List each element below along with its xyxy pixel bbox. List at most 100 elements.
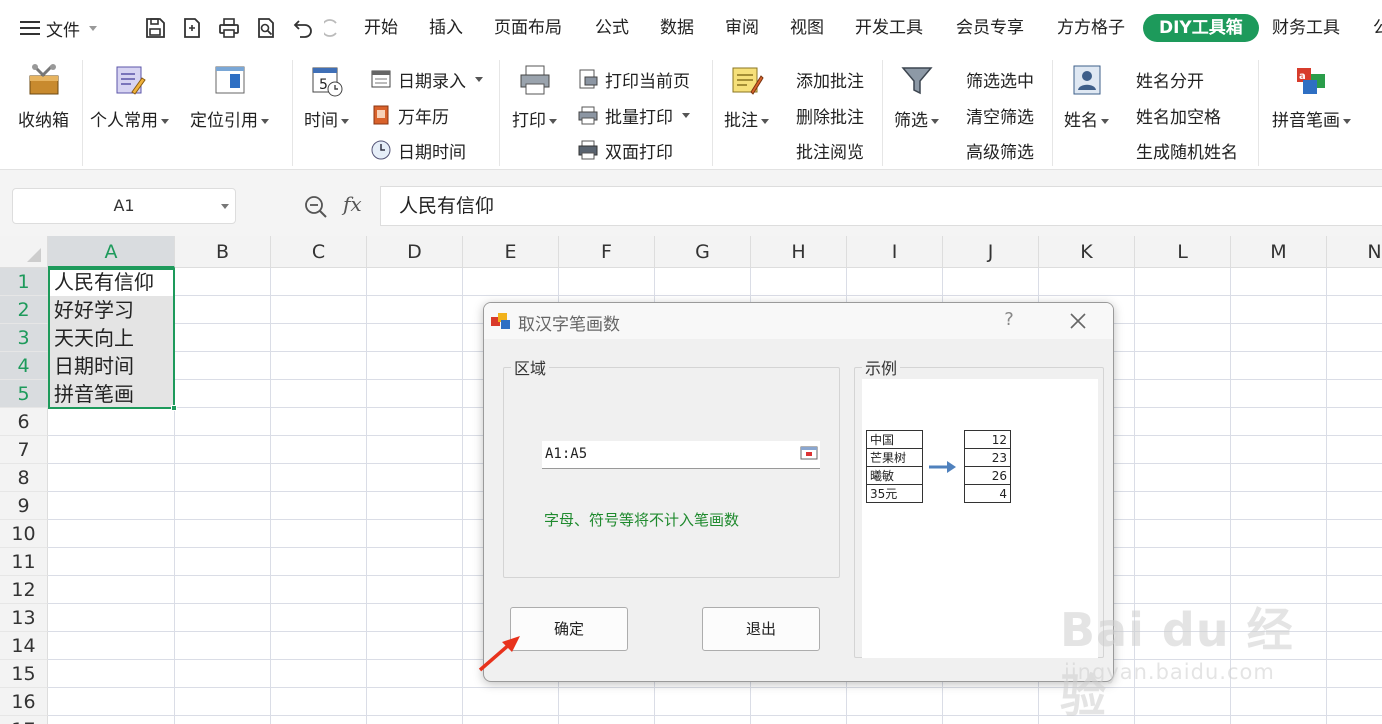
delete-comment-button[interactable]: 删除批注 (796, 102, 864, 128)
save-icon[interactable] (142, 14, 168, 42)
name-box[interactable]: A1 (12, 188, 236, 224)
range-picker-icon[interactable] (800, 445, 818, 461)
redo-icon[interactable] (324, 14, 338, 42)
print-current-page-button[interactable]: 打印当前页 (577, 66, 690, 92)
ok-button[interactable]: 确定 (510, 607, 628, 651)
tab-insert[interactable]: 插入 (429, 14, 463, 42)
range-input[interactable]: A1:A5 (542, 441, 820, 469)
row-header-11[interactable]: 11 (0, 548, 48, 576)
column-header-c[interactable]: C (271, 236, 367, 268)
row-header-13[interactable]: 13 (0, 604, 48, 632)
row-header-5[interactable]: 5 (0, 380, 48, 408)
row-header-2[interactable]: 2 (0, 296, 48, 324)
date-time-button[interactable]: 日期时间 (370, 137, 466, 163)
tab-view[interactable]: 视图 (790, 14, 824, 42)
tab-more[interactable]: 公 (1373, 14, 1382, 42)
locate-reference-button[interactable]: 定位引用 (190, 62, 269, 131)
close-icon[interactable] (1066, 309, 1090, 333)
tab-formulas[interactable]: 公式 (595, 14, 629, 42)
tab-diy-toolbox[interactable]: DIY工具箱 (1143, 14, 1259, 42)
file-menu[interactable]: 文件 (20, 14, 97, 42)
view-comment-button[interactable]: 批注阅览 (796, 137, 864, 163)
duplex-print-button[interactable]: 双面打印 (577, 137, 673, 163)
tab-finance[interactable]: 财务工具 (1272, 14, 1340, 42)
column-header-a[interactable]: A (48, 236, 175, 268)
row-header-9[interactable]: 9 (0, 492, 48, 520)
column-header-k[interactable]: K (1039, 236, 1135, 268)
export-pdf-icon[interactable] (179, 14, 205, 42)
row-header-10[interactable]: 10 (0, 520, 48, 548)
name-button[interactable]: 姓名 (1064, 62, 1109, 131)
print-preview-icon[interactable] (253, 14, 279, 42)
column-header-l[interactable]: L (1135, 236, 1231, 268)
selection-border (48, 268, 175, 409)
help-icon[interactable]: ? (999, 309, 1019, 333)
row-header-14[interactable]: 14 (0, 632, 48, 660)
split-name-button[interactable]: 姓名分开 (1136, 66, 1204, 92)
row-header-3[interactable]: 3 (0, 324, 48, 352)
select-all-corner[interactable] (0, 236, 48, 268)
row-header-8[interactable]: 8 (0, 464, 48, 492)
tab-page-layout[interactable]: 页面布局 (494, 14, 562, 42)
row-header-15[interactable]: 15 (0, 660, 48, 688)
tab-fangfang[interactable]: 方方格子 (1057, 14, 1125, 42)
column-header-g[interactable]: G (655, 236, 751, 268)
perpetual-calendar-button[interactable]: 万年历 (370, 102, 449, 128)
column-header-n[interactable]: N (1327, 236, 1382, 268)
print-icon[interactable] (216, 14, 242, 42)
column-header-e[interactable]: E (463, 236, 559, 268)
view-comment-label: 批注阅览 (796, 142, 864, 163)
row-header-7[interactable]: 7 (0, 436, 48, 464)
column-header-d[interactable]: D (367, 236, 463, 268)
random-name-button[interactable]: 生成随机姓名 (1136, 137, 1238, 163)
column-header-i[interactable]: I (847, 236, 943, 268)
column-header-h[interactable]: H (751, 236, 847, 268)
formula-input[interactable]: 人民有信仰 (380, 186, 1382, 226)
storage-box-button[interactable]: 收纳箱 (18, 62, 69, 131)
clear-filter-button[interactable]: 清空筛选 (966, 102, 1034, 128)
add-comment-button[interactable]: 添加批注 (796, 66, 864, 92)
fx-icon[interactable]: fx (343, 192, 362, 216)
comment-button[interactable]: 批注 (724, 62, 769, 131)
row-header-16[interactable]: 16 (0, 688, 48, 716)
row-header-12[interactable]: 12 (0, 576, 48, 604)
time-button[interactable]: 5 时间 (304, 62, 349, 131)
name-box-value: A1 (113, 196, 135, 215)
example-label: 示例 (862, 355, 901, 379)
date-entry-icon (371, 70, 391, 88)
personal-button[interactable]: 个人常用 (90, 62, 169, 131)
filter-selected-button[interactable]: 筛选选中 (966, 66, 1034, 92)
app-logo-icon (491, 313, 510, 329)
tab-review[interactable]: 审阅 (725, 14, 759, 42)
name-label: 姓名 (1064, 111, 1098, 131)
advanced-filter-button[interactable]: 高级筛选 (966, 137, 1034, 163)
dialog-title-bar[interactable]: 取汉字笔画数 ? (484, 303, 1113, 339)
chevron-down-icon (761, 118, 769, 124)
file-menu-label: 文件 (46, 20, 80, 41)
fill-handle[interactable] (171, 405, 177, 411)
column-header-m[interactable]: M (1231, 236, 1327, 268)
chevron-down-icon (221, 204, 229, 209)
filter-button[interactable]: 筛选 (894, 62, 939, 131)
column-header-f[interactable]: F (559, 236, 655, 268)
tab-developer[interactable]: 开发工具 (855, 14, 923, 42)
row-header-4[interactable]: 4 (0, 352, 48, 380)
date-entry-button[interactable]: 日期录入 (370, 66, 483, 92)
region-group (503, 367, 840, 578)
row-header-6[interactable]: 6 (0, 408, 48, 436)
row-header-1[interactable]: 1 (0, 268, 48, 296)
locate-reference-label: 定位引用 (190, 111, 258, 131)
exit-button[interactable]: 退出 (702, 607, 820, 651)
tab-home[interactable]: 开始 (364, 14, 398, 42)
tab-member[interactable]: 会员专享 (956, 14, 1024, 42)
column-header-b[interactable]: B (175, 236, 271, 268)
row-header-17[interactable]: 17 (0, 716, 48, 724)
name-space-button[interactable]: 姓名加空格 (1136, 102, 1221, 128)
column-header-j[interactable]: J (943, 236, 1039, 268)
tab-data[interactable]: 数据 (660, 14, 694, 42)
zoom-icon[interactable] (303, 194, 329, 220)
batch-print-button[interactable]: 批量打印 (577, 102, 690, 128)
undo-icon[interactable] (290, 14, 316, 42)
print-button[interactable]: 打印 (512, 62, 557, 131)
pinyin-stroke-button[interactable]: a 拼音笔画 (1272, 62, 1351, 131)
